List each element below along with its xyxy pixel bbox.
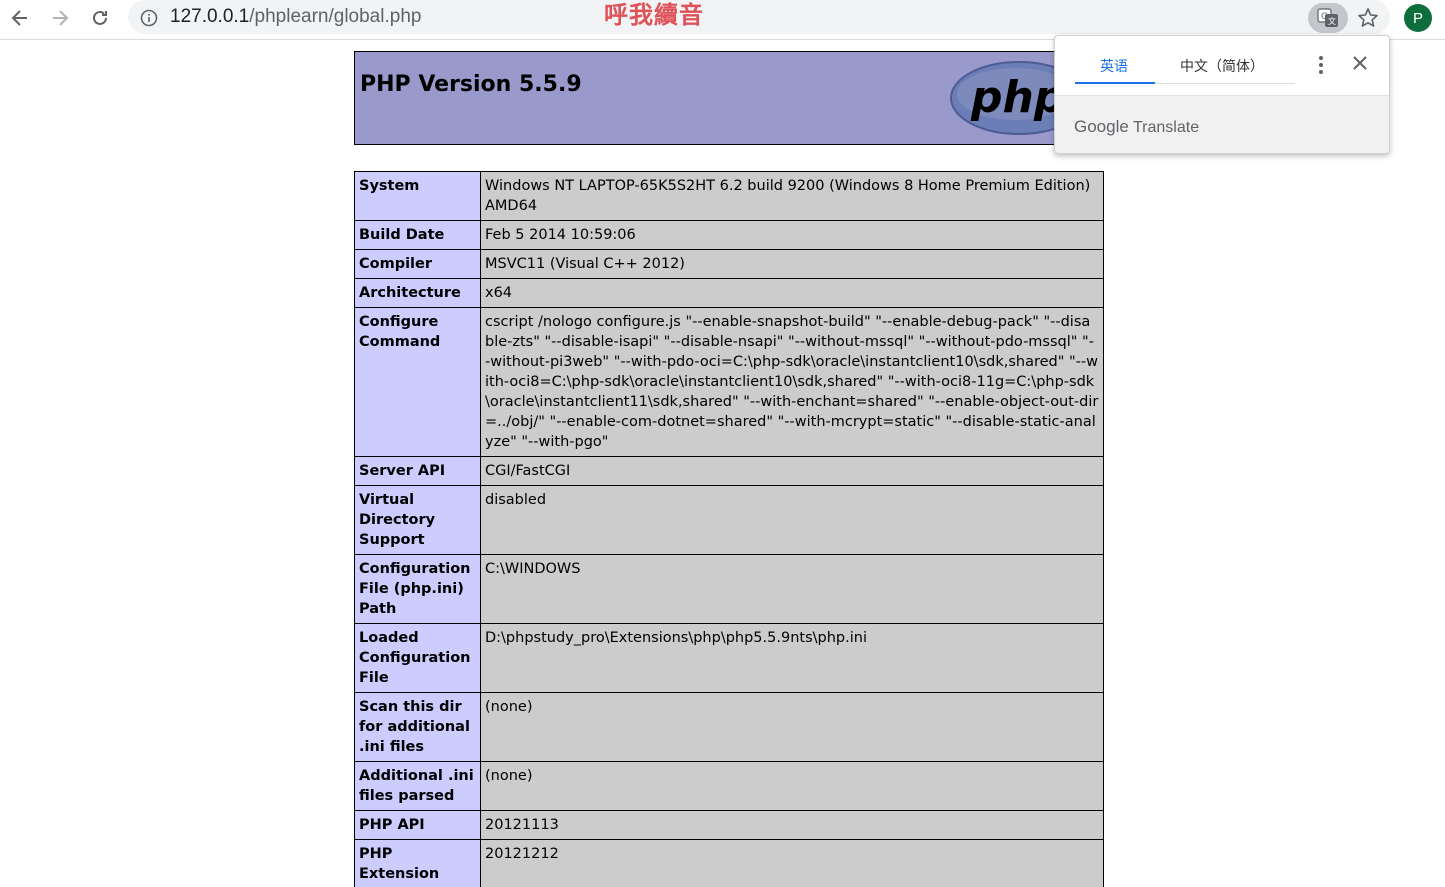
address-bar[interactable]: 127.0.0.1/phplearn/global.php bbox=[128, 0, 1390, 34]
row-label: Additional .ini files parsed bbox=[354, 761, 481, 811]
url-path: /phplearn/global.php bbox=[249, 6, 422, 27]
row-value: MSVC11 (Visual C++ 2012) bbox=[480, 249, 1104, 279]
php-logo-text: php bbox=[970, 72, 1065, 123]
row-value: (none) bbox=[480, 761, 1104, 811]
table-row: PHP Extension 20121212 bbox=[354, 839, 1104, 887]
table-row: Configuration File (php.ini) Path C:\WIND… bbox=[354, 554, 1104, 624]
row-value: 20121212 bbox=[480, 839, 1104, 887]
row-label: Configure Command bbox=[354, 307, 481, 457]
row-label: PHP API bbox=[354, 810, 481, 840]
row-value: Feb 5 2014 10:59:06 bbox=[480, 220, 1104, 250]
tab-source-language[interactable]: 英语 bbox=[1100, 56, 1128, 76]
tab-divider bbox=[1155, 83, 1295, 84]
row-value: CGI/FastCGI bbox=[480, 456, 1104, 486]
row-label: Compiler bbox=[354, 249, 481, 279]
url-host: 127.0.0.1 bbox=[170, 6, 250, 27]
translate-popup: 英语 中文（简体） Google Translate bbox=[1054, 35, 1390, 154]
row-value: D:\phpstudy_pro\Extensions\php\php5.5.9n… bbox=[480, 623, 1104, 693]
more-options-button[interactable] bbox=[1313, 54, 1329, 76]
bookmark-button[interactable] bbox=[1356, 6, 1380, 30]
table-row: Loaded Configuration File D:\phpstudy_pro… bbox=[354, 623, 1104, 693]
active-tab-indicator bbox=[1075, 82, 1155, 84]
svg-text:文: 文 bbox=[1328, 16, 1336, 26]
row-value: 20121113 bbox=[480, 810, 1104, 840]
profile-avatar[interactable]: P bbox=[1404, 4, 1432, 32]
table-row: Scan this dir for additional .ini files(… bbox=[354, 692, 1104, 762]
table-row: System Windows NT LAPTOP-65K5S2HT 6.2 bui… bbox=[354, 171, 1104, 221]
php-info-table: System Windows NT LAPTOP-65K5S2HT 6.2 bui… bbox=[354, 171, 1104, 887]
table-row: Virtual Directory Support disabled bbox=[354, 485, 1104, 555]
table-row: Configure Command cscript /nologo configu… bbox=[354, 307, 1104, 457]
info-icon[interactable] bbox=[140, 9, 158, 27]
row-value: C:\WINDOWS bbox=[480, 554, 1104, 624]
row-value: cscript /nologo configure.js "--enable-s… bbox=[480, 307, 1104, 457]
row-label: System bbox=[354, 171, 481, 221]
row-label: PHP Extension bbox=[354, 839, 481, 887]
svg-text:G: G bbox=[1321, 12, 1328, 22]
table-row: PHP API 20121113 bbox=[354, 810, 1104, 840]
more-vert-icon bbox=[1319, 55, 1323, 60]
forward-button[interactable] bbox=[44, 4, 76, 32]
translate-button[interactable]: G文 bbox=[1308, 3, 1348, 33]
translate-popup-header: 英语 中文（简体） bbox=[1055, 36, 1389, 96]
back-arrow-icon bbox=[11, 10, 27, 26]
table-row: Compiler MSVC11 (Visual C++ 2012) bbox=[354, 249, 1104, 279]
table-row: Additional .ini files parsed (none) bbox=[354, 761, 1104, 811]
brand-translate: Translate bbox=[1132, 119, 1200, 136]
row-value: Windows NT LAPTOP-65K5S2HT 6.2 build 920… bbox=[480, 171, 1104, 221]
table-row: Architecture x64 bbox=[354, 278, 1104, 308]
row-label: Scan this dir for additional .ini files bbox=[354, 692, 481, 762]
page-title: PHP Version 5.5.9 bbox=[360, 72, 582, 97]
url-text[interactable]: 127.0.0.1/phplearn/global.php bbox=[170, 5, 421, 29]
tab-target-language[interactable]: 中文（简体） bbox=[1180, 56, 1264, 76]
overlay-watermark-text: 呼我續音 bbox=[604, 1, 704, 29]
brand-google: Google bbox=[1074, 117, 1129, 136]
reload-button[interactable] bbox=[84, 4, 116, 32]
row-value: (none) bbox=[480, 692, 1104, 762]
row-label: Configuration File (php.ini) Path bbox=[354, 554, 481, 624]
browser-toolbar: 127.0.0.1/phplearn/global.php 呼我續音 G文 P bbox=[0, 0, 1445, 40]
row-value: x64 bbox=[480, 278, 1104, 308]
row-label: Server API bbox=[354, 456, 481, 486]
row-value: disabled bbox=[480, 485, 1104, 555]
close-icon[interactable] bbox=[1351, 54, 1369, 72]
star-icon bbox=[1358, 8, 1378, 27]
row-label: Loaded Configuration File bbox=[354, 623, 481, 693]
google-translate-brand: Google Translate bbox=[1074, 117, 1199, 137]
more-vert-dot bbox=[1319, 62, 1323, 67]
table-row: Build Date Feb 5 2014 10:59:06 bbox=[354, 220, 1104, 250]
back-button[interactable] bbox=[4, 4, 36, 32]
table-row: Server API CGI/FastCGI bbox=[354, 456, 1104, 486]
forward-arrow-icon bbox=[53, 10, 69, 26]
row-label: Virtual Directory Support bbox=[354, 485, 481, 555]
more-vert-dot bbox=[1319, 70, 1323, 75]
translate-icon: G文 bbox=[1317, 8, 1338, 27]
php-version-header: PHP Version 5.5.9 php bbox=[354, 51, 1104, 145]
row-label: Architecture bbox=[354, 278, 481, 308]
row-label: Build Date bbox=[354, 220, 481, 250]
reload-icon bbox=[93, 10, 107, 25]
